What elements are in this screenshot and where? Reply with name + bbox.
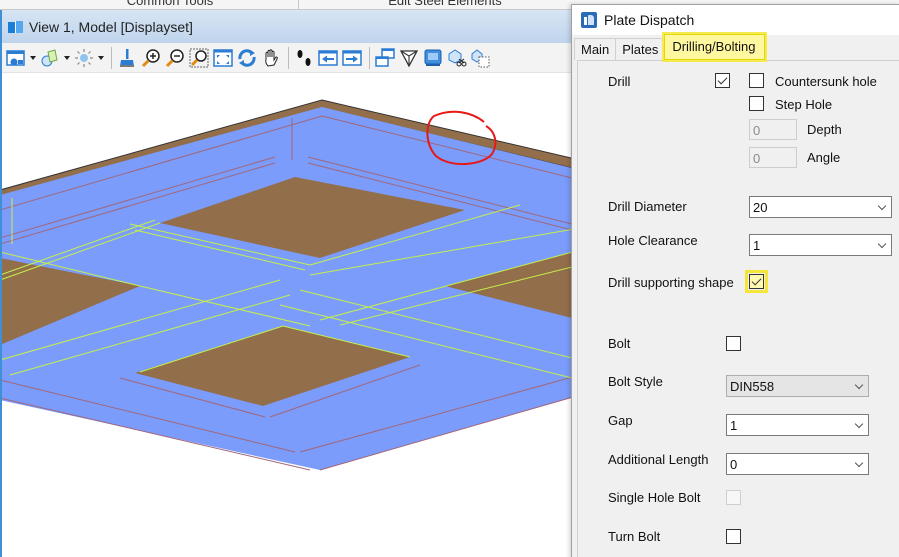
step-hole-label: Step Hole bbox=[775, 97, 833, 112]
window-area-icon[interactable] bbox=[188, 47, 210, 69]
hole-clearance-combo[interactable]: 1 bbox=[749, 234, 892, 256]
bolt-label: Bolt bbox=[608, 336, 631, 351]
clip-volume-icon[interactable] bbox=[446, 47, 468, 69]
lighting-icon[interactable] bbox=[73, 47, 95, 69]
chevron-down-icon bbox=[854, 380, 864, 390]
hole-clearance-label: Hole Clearance bbox=[608, 233, 698, 248]
single-hole-bolt-label: Single Hole Bolt bbox=[608, 490, 701, 505]
view-previous-icon[interactable] bbox=[317, 47, 339, 69]
ribbon-group-edit-steel-elements[interactable]: Edit Steel Elements bbox=[320, 0, 570, 8]
chevron-down-icon bbox=[854, 419, 864, 429]
turn-bolt-label: Turn Bolt bbox=[608, 529, 661, 544]
view-next-icon[interactable] bbox=[341, 47, 363, 69]
step-hole-checkbox[interactable] bbox=[749, 96, 764, 111]
bolt-checkbox[interactable] bbox=[726, 336, 741, 351]
bolt-style-label: Bolt Style bbox=[608, 374, 663, 389]
view-toolbar bbox=[2, 43, 575, 73]
drill-label: Drill bbox=[608, 74, 631, 89]
countersunk-hole-label: Countersunk hole bbox=[775, 74, 877, 89]
model-viewport[interactable] bbox=[2, 74, 575, 557]
view-title: View 1, Model [Displayset] bbox=[29, 18, 193, 35]
display-style-dropdown[interactable] bbox=[63, 47, 71, 69]
view-attributes-dropdown[interactable] bbox=[29, 47, 37, 69]
red-circle-markup bbox=[426, 110, 497, 166]
additional-length-label: Additional Length bbox=[608, 452, 709, 467]
display-set-icon[interactable] bbox=[422, 47, 444, 69]
zoom-in-icon[interactable] bbox=[140, 47, 162, 69]
ribbon-group-common-tools[interactable]: Common Tools bbox=[60, 0, 280, 8]
dialog-tabs: Main Plates Drilling/Bolting bbox=[572, 34, 899, 60]
tab-plates[interactable]: Plates bbox=[615, 38, 666, 60]
ribbon-separator bbox=[298, 0, 299, 9]
display-style-icon[interactable] bbox=[39, 47, 61, 69]
bolt-style-value: DIN558 bbox=[730, 379, 775, 394]
fit-view-icon[interactable] bbox=[212, 47, 234, 69]
turn-bolt-checkbox[interactable] bbox=[726, 529, 741, 544]
single-hole-bolt-checkbox[interactable] bbox=[726, 490, 741, 505]
rotate-view-icon[interactable] bbox=[236, 47, 258, 69]
drill-diameter-label: Drill Diameter bbox=[608, 199, 687, 214]
drill-diameter-value: 20 bbox=[753, 200, 768, 215]
copy-view-icon[interactable] bbox=[374, 47, 396, 69]
angle-label: Angle bbox=[807, 150, 841, 165]
countersunk-hole-checkbox[interactable] bbox=[749, 73, 764, 88]
view-attributes-icon[interactable] bbox=[5, 47, 27, 69]
tab-drilling-bolting[interactable]: Drilling/Bolting bbox=[664, 34, 766, 60]
clip-mask-icon[interactable] bbox=[470, 47, 492, 69]
screen: Common Tools Edit Steel Elements View 1,… bbox=[0, 0, 899, 557]
toolbar-separator bbox=[288, 46, 289, 69]
chevron-down-icon bbox=[854, 458, 864, 468]
chevron-down-icon bbox=[877, 201, 887, 211]
gap-label: Gap bbox=[608, 413, 633, 428]
drill-diameter-combo[interactable]: 20 bbox=[749, 196, 892, 218]
zoom-out-icon[interactable] bbox=[164, 47, 186, 69]
bolt-style-combo[interactable]: DIN558 bbox=[726, 375, 869, 397]
drilling-bolting-panel: Drill Countersunk hole Step Hole 0 Depth… bbox=[577, 60, 899, 557]
gap-combo[interactable]: 1 bbox=[726, 414, 869, 436]
plate-dispatch-dialog: Plate Dispatch Main Plates Drilling/Bolt… bbox=[571, 4, 899, 557]
angle-input[interactable]: 0 bbox=[749, 147, 797, 168]
view-title-bar[interactable]: View 1, Model [Displayset] bbox=[2, 10, 575, 43]
drill-checkbox[interactable] bbox=[715, 73, 730, 88]
update-view-brush-icon[interactable] bbox=[116, 47, 138, 69]
lighting-dropdown[interactable] bbox=[97, 47, 105, 69]
drill-supporting-shape-checkbox[interactable] bbox=[745, 270, 768, 293]
depth-input[interactable]: 0 bbox=[749, 119, 797, 140]
additional-length-combo[interactable]: 0 bbox=[726, 453, 869, 475]
dialog-title: Plate Dispatch bbox=[604, 12, 695, 28]
additional-length-value: 0 bbox=[730, 457, 738, 472]
hole-clearance-value: 1 bbox=[753, 238, 761, 253]
view-cube-icon bbox=[8, 20, 23, 34]
dialog-title-bar[interactable]: Plate Dispatch bbox=[572, 5, 899, 35]
chevron-down-icon bbox=[877, 239, 887, 249]
drill-supporting-shape-label: Drill supporting shape bbox=[608, 275, 734, 290]
view-perspective-icon[interactable] bbox=[398, 47, 420, 69]
toolbar-separator bbox=[369, 46, 370, 69]
depth-label: Depth bbox=[807, 122, 842, 137]
app-building-icon bbox=[581, 12, 597, 28]
view-window: View 1, Model [Displayset] bbox=[0, 10, 575, 557]
walk-footprints-icon[interactable] bbox=[293, 47, 315, 69]
gap-value: 1 bbox=[730, 418, 738, 433]
tab-main[interactable]: Main bbox=[574, 38, 617, 60]
pan-view-hand-icon[interactable] bbox=[260, 47, 282, 69]
toolbar-separator bbox=[111, 46, 112, 69]
